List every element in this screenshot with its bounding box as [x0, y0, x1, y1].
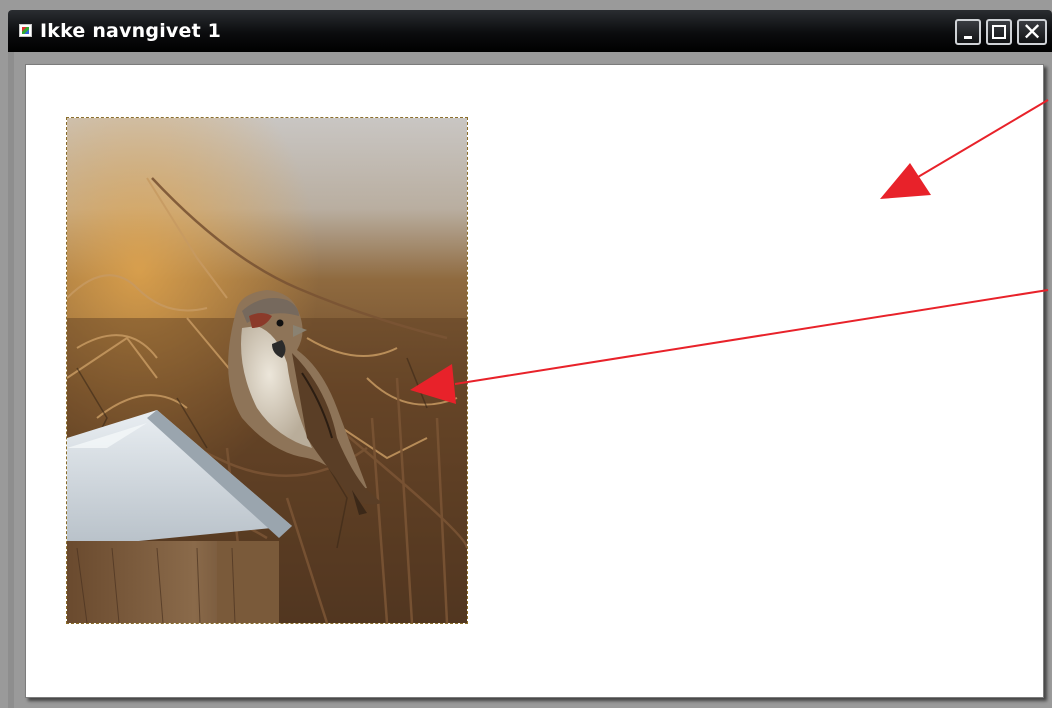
minimize-button[interactable] — [955, 19, 981, 45]
maximize-button[interactable] — [986, 19, 1012, 45]
close-button[interactable]: ✕ — [1017, 18, 1047, 46]
photo-image — [67, 118, 467, 623]
close-icon: ✕ — [1022, 18, 1043, 46]
title-bar[interactable]: Ikke navngivet 1 ✕ — [8, 10, 1052, 52]
sparrow-photo[interactable] — [66, 117, 468, 624]
window-frame — [8, 52, 14, 708]
window-title: Ikke navngivet 1 — [40, 20, 222, 42]
app-window: Ikke navngivet 1 ✕ — [0, 0, 1052, 708]
document-icon[interactable] — [19, 24, 32, 37]
maximize-icon — [992, 25, 1006, 39]
minimize-icon — [964, 36, 972, 39]
